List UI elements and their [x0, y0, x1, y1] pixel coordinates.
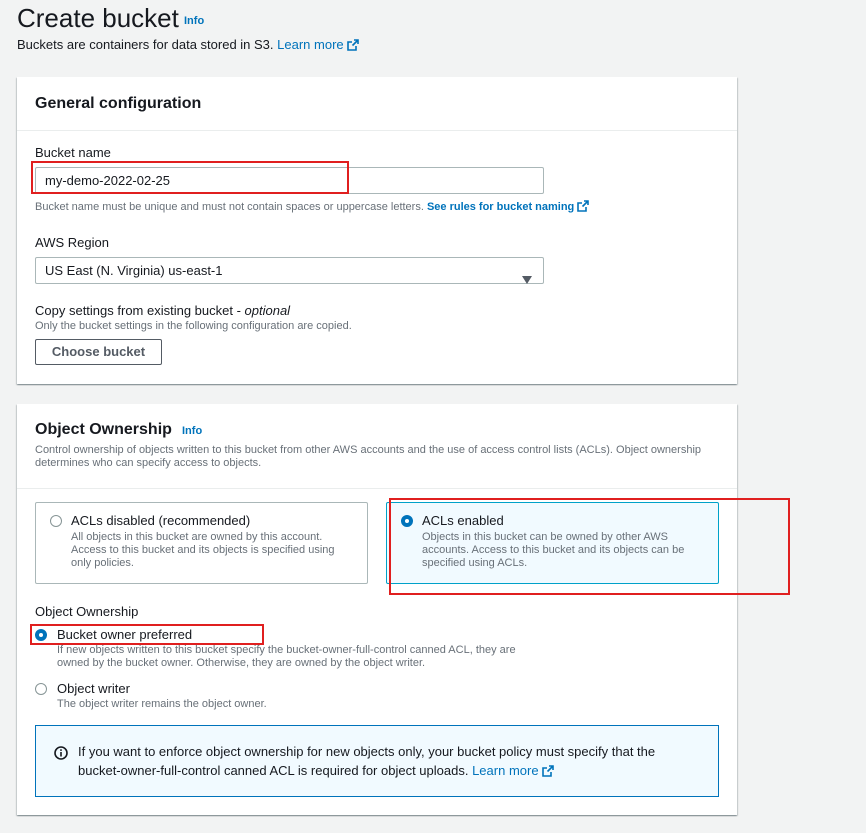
info-circle-icon [54, 746, 68, 765]
page-subtitle: Buckets are containers for data stored i… [17, 37, 359, 54]
desc-line: All objects in this bucket are owned by … [71, 531, 323, 543]
bucket-owner-preferred-desc-1: If new objects written to this bucket sp… [57, 644, 516, 656]
bucket-name-hint: Bucket name must be unique and must not … [35, 200, 590, 215]
optional-label: optional [244, 303, 291, 318]
learn-more-text: Learn more [277, 37, 344, 52]
bucket-naming-rules-link[interactable]: See rules for bucket naming [426, 200, 590, 215]
object-writer-desc: The object writer remains the object own… [57, 698, 267, 710]
object-ownership-heading: Object Ownership [35, 421, 172, 438]
ownership-description-line2: determines who can specify access to obj… [35, 457, 262, 469]
aws-region-value: US East (N. Virginia) us-east-1 [45, 263, 223, 278]
rules-link-text: See rules for bucket naming [426, 201, 575, 213]
external-link-icon [346, 39, 359, 54]
acls-disabled-description: All objects in this bucket are owned by … [71, 531, 335, 570]
alert-text-line2-text: bucket-owner-full-control canned ACL is … [78, 763, 469, 778]
general-configuration-heading: General configuration [35, 95, 202, 112]
caret-down-icon [522, 267, 532, 292]
copy-settings-label: Copy settings from existing bucket - opt… [35, 303, 290, 318]
bucket-owner-preferred-desc-2: owned by the bucket owner. Otherwise, th… [57, 657, 426, 669]
alert-text-line1: If you want to enforce object ownership … [78, 744, 656, 759]
acls-disabled-title: ACLs disabled (recommended) [71, 513, 251, 528]
general-configuration-panel: General configuration Bucket name my-dem… [17, 77, 737, 384]
acls-disabled-tile[interactable]: ACLs disabled (recommended) All objects … [35, 502, 368, 584]
aws-region-label: AWS Region [35, 235, 109, 250]
object-writer-radio[interactable] [35, 683, 47, 695]
learn-more-link[interactable]: Learn more [277, 37, 359, 54]
acls-disabled-radio[interactable] [50, 515, 62, 527]
desc-line: only policies. [71, 557, 134, 569]
copy-settings-text: Copy settings from existing bucket - [35, 303, 245, 318]
info-alert: If you want to enforce object ownership … [35, 725, 719, 797]
copy-settings-hint: Only the bucket settings in the followin… [35, 320, 352, 332]
alert-learn-more-link[interactable]: Learn more [472, 763, 554, 780]
highlight-box-bucket-owner-preferred [30, 624, 264, 645]
highlight-box-acls-enabled [389, 498, 790, 595]
choose-bucket-button[interactable]: Choose bucket [35, 339, 162, 365]
object-ownership-sub-label: Object Ownership [35, 604, 139, 619]
info-link[interactable]: Info [184, 15, 204, 27]
divider [17, 488, 737, 489]
highlight-box-bucket-name [31, 161, 349, 194]
object-ownership-panel: Object Ownership Info Control ownership … [17, 404, 737, 815]
subtitle-text: Buckets are containers for data stored i… [17, 37, 274, 52]
object-writer-label[interactable]: Object writer [57, 681, 130, 696]
page-title: Create bucket [17, 3, 179, 33]
alert-text-line2: bucket-owner-full-control canned ACL is … [78, 763, 554, 780]
external-link-icon [541, 765, 554, 780]
desc-line: Access to this bucket and its objects is… [71, 544, 335, 556]
ownership-description-line1: Control ownership of objects written to … [35, 444, 702, 456]
bucket-name-label: Bucket name [35, 145, 111, 160]
divider [17, 130, 737, 131]
alert-learn-more-text: Learn more [472, 763, 539, 778]
bucket-name-hint-text: Bucket name must be unique and must not … [35, 201, 424, 213]
ownership-info-link[interactable]: Info [182, 425, 202, 437]
aws-region-select[interactable]: US East (N. Virginia) us-east-1 [35, 257, 544, 284]
external-link-icon [577, 200, 590, 215]
